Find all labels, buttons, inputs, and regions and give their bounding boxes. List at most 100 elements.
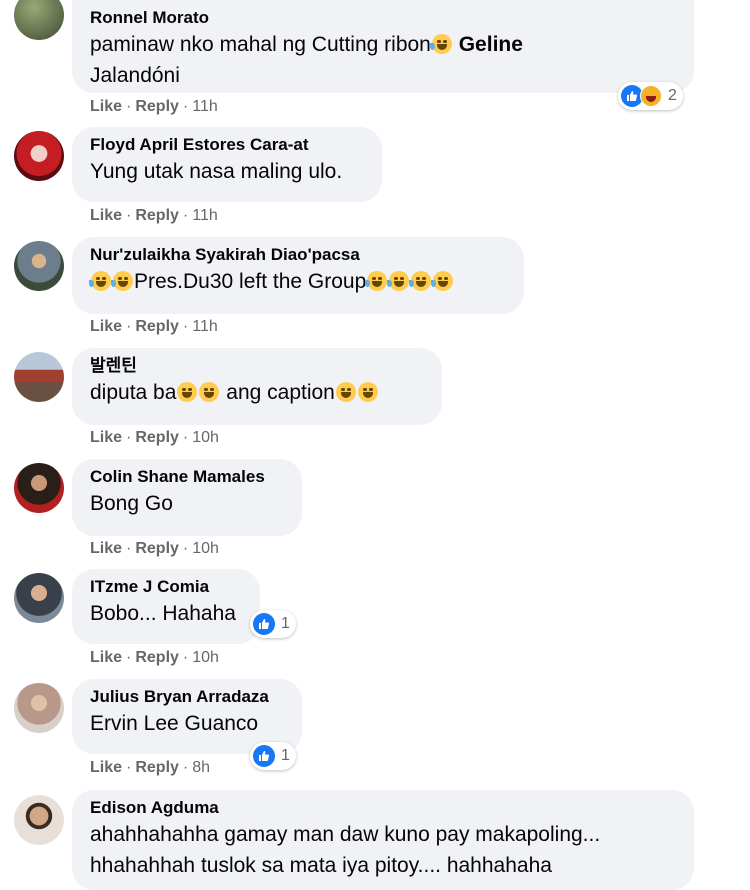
- comment-author[interactable]: Floyd April Estores Cara-at: [90, 134, 364, 156]
- grinning-sweat-emoji-icon: [357, 382, 378, 402]
- like-reaction-icon: [253, 745, 275, 767]
- comment-author[interactable]: Nur'zulaikha Syakirah Diao'pacsa: [90, 244, 506, 266]
- comment-bubble: Colin Shane Mamales Bong Go: [72, 459, 302, 536]
- rofl-emoji-icon: [409, 271, 432, 291]
- reply-button[interactable]: Reply: [135, 759, 179, 777]
- avatar[interactable]: [14, 683, 64, 733]
- reply-button[interactable]: Reply: [135, 98, 179, 116]
- avatar[interactable]: [14, 795, 64, 845]
- like-button[interactable]: Like: [90, 759, 122, 777]
- comment-text: hhahahhah tuslok sa mata iya pitoy.... h…: [90, 854, 552, 877]
- comment-timestamp[interactable]: 10h: [192, 649, 219, 667]
- reply-button[interactable]: Reply: [135, 649, 179, 667]
- comment-author[interactable]: Julius Bryan Arradaza: [90, 686, 284, 708]
- like-button[interactable]: Like: [90, 98, 122, 116]
- like-button[interactable]: Like: [90, 540, 122, 558]
- like-reaction-icon: [253, 613, 275, 635]
- haha-reaction-icon: [640, 85, 662, 107]
- comment-author[interactable]: ITzme J Comia: [90, 576, 242, 598]
- comment-author[interactable]: Edison Agduma: [90, 797, 676, 819]
- separator: ·: [182, 649, 189, 666]
- avatar[interactable]: [14, 131, 64, 181]
- comment-timestamp[interactable]: 8h: [192, 759, 210, 777]
- reply-button[interactable]: Reply: [135, 540, 179, 558]
- separator: ·: [126, 429, 132, 446]
- comment-bubble: Edison Agduma ahahhahahha gamay man daw …: [72, 790, 694, 890]
- reply-button[interactable]: Reply: [135, 207, 179, 225]
- like-button[interactable]: Like: [90, 318, 122, 336]
- comment-text-part: paminaw nko mahal ng Cutting ribon: [90, 33, 431, 56]
- comment-text: paminaw nko mahal ng Cutting ribon Gelin…: [90, 29, 676, 60]
- separator: ·: [126, 318, 132, 335]
- reaction-count: 1: [281, 747, 290, 764]
- tears-of-joy-emoji-icon: [177, 382, 198, 402]
- comment-author[interactable]: Colin Shane Mamales: [90, 466, 284, 488]
- comment-actions: Like · Reply · 11h: [90, 98, 218, 116]
- mention-link[interactable]: Bong Go: [90, 488, 284, 519]
- separator: ·: [182, 540, 189, 557]
- reply-button[interactable]: Reply: [135, 429, 179, 447]
- avatar[interactable]: [14, 241, 64, 291]
- avatar[interactable]: [14, 352, 64, 402]
- comment-bubble: Nur'zulaikha Syakirah Diao'pacsa Pres.Du…: [72, 237, 524, 314]
- comment-bubble: 발렌틴 diputa ba ang caption: [72, 348, 442, 425]
- mention-link[interactable]: Geline: [459, 33, 523, 56]
- comment-actions: Like · Reply · 11h: [90, 318, 218, 336]
- rofl-emoji-icon: [431, 271, 454, 291]
- reply-button[interactable]: Reply: [135, 318, 179, 336]
- comment-timestamp[interactable]: 10h: [192, 429, 219, 447]
- reaction-summary[interactable]: 1: [250, 610, 296, 638]
- comment-text-part: Pres.Du30 left the Group: [134, 270, 367, 293]
- separator: ·: [182, 429, 189, 446]
- comment-bubble: Ronnel Morato paminaw nko mahal ng Cutti…: [72, 0, 694, 93]
- separator: ·: [126, 98, 132, 115]
- rofl-emoji-icon: [387, 271, 410, 291]
- separator: ·: [126, 649, 132, 666]
- comment-text: Yung utak nasa maling ulo.: [90, 160, 343, 183]
- comment-text-part: ang caption: [226, 381, 335, 404]
- comment-text: Pres.Du30 left the Group: [89, 266, 506, 297]
- rofl-emoji-icon: [429, 34, 452, 54]
- comment-bubble: ITzme J Comia Bobo... Hahaha: [72, 569, 260, 644]
- separator: ·: [182, 318, 189, 335]
- avatar[interactable]: [14, 463, 64, 513]
- separator: ·: [182, 759, 189, 776]
- comment-actions: Like · Reply · 8h: [90, 759, 210, 777]
- comment-timestamp[interactable]: 11h: [192, 318, 218, 336]
- comment-actions: Like · Reply · 10h: [90, 649, 219, 667]
- like-button[interactable]: Like: [90, 207, 122, 225]
- rofl-emoji-icon: [365, 271, 388, 291]
- comment-text: ahahhahahha gamay man daw kuno pay makap…: [90, 823, 601, 846]
- reaction-summary[interactable]: 1: [250, 742, 296, 770]
- comment-timestamp[interactable]: 11h: [192, 98, 218, 116]
- reaction-count: 2: [668, 87, 677, 104]
- like-button[interactable]: Like: [90, 429, 122, 447]
- separator: ·: [182, 207, 189, 224]
- rofl-emoji-icon: [111, 271, 133, 291]
- comment-bubble: Floyd April Estores Cara-at Yung utak na…: [72, 127, 382, 202]
- separator: ·: [126, 207, 132, 224]
- mention-link[interactable]: Jalandóni: [90, 60, 676, 91]
- avatar[interactable]: [14, 0, 64, 40]
- separator: ·: [126, 759, 132, 776]
- comment-author[interactable]: Ronnel Morato: [90, 7, 676, 29]
- reaction-summary[interactable]: 2: [618, 82, 683, 110]
- comment-timestamp[interactable]: 11h: [192, 207, 218, 225]
- comment-text-part: diputa ba: [90, 381, 177, 404]
- rofl-emoji-icon: [89, 271, 111, 291]
- comment-text: diputa ba ang caption: [90, 377, 424, 408]
- like-button[interactable]: Like: [90, 649, 122, 667]
- avatar[interactable]: [14, 573, 64, 623]
- comment-actions: Like · Reply · 10h: [90, 540, 219, 558]
- comment-actions: Like · Reply · 11h: [90, 207, 218, 225]
- reaction-count: 1: [281, 615, 290, 632]
- tears-of-joy-emoji-icon: [199, 382, 220, 402]
- comment-author[interactable]: 발렌틴: [90, 355, 424, 377]
- comment-text: Bobo... Hahaha: [90, 602, 236, 625]
- comment-actions: Like · Reply · 10h: [90, 429, 219, 447]
- comment-timestamp[interactable]: 10h: [192, 540, 219, 558]
- grinning-sweat-emoji-icon: [335, 382, 356, 402]
- separator: ·: [126, 540, 132, 557]
- separator: ·: [182, 98, 189, 115]
- mention-link[interactable]: Ervin Lee Guanco: [90, 708, 284, 739]
